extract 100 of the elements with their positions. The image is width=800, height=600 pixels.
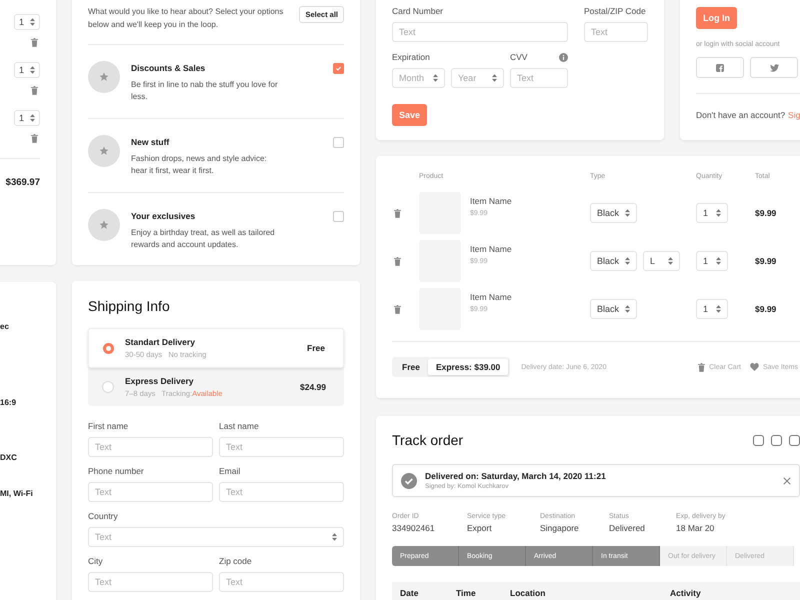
item-total: $9.99 (755, 304, 778, 314)
field-label: CVV (510, 52, 528, 62)
info-icon[interactable] (559, 52, 568, 62)
bird-icon (770, 64, 778, 72)
spec-value: MI, Wi-Fi (0, 489, 33, 498)
option-description: Be first in line to nab the stuff you love for less. (131, 79, 279, 103)
column-header: Date (400, 588, 420, 600)
card-title: Track order (392, 432, 464, 448)
field-label: Zip code (219, 556, 253, 566)
option-title: New stuff (131, 137, 170, 147)
option-description: Enjoy a birthday treat, as well as tailored rewards and account updates. (131, 227, 276, 251)
spec-value: ec (0, 322, 9, 331)
checkbox[interactable] (333, 211, 344, 222)
stepper-arrows-icon (30, 66, 35, 74)
trash-icon[interactable] (394, 256, 401, 266)
stepper-arrows-icon (716, 209, 721, 217)
variant-select[interactable]: Black (590, 251, 637, 271)
item-total: $9.99 (755, 256, 778, 266)
detail-value: 334902461 (392, 523, 436, 533)
item-name: Item Name (470, 196, 512, 206)
trash-icon (698, 362, 706, 372)
stepper-arrows-icon (433, 74, 438, 82)
input-field[interactable]: Text (219, 572, 344, 592)
variant-select[interactable]: L (643, 251, 680, 271)
trash-icon[interactable] (31, 134, 38, 143)
trash-icon[interactable] (31, 86, 38, 95)
input-field[interactable]: Text (88, 437, 213, 457)
stepper-arrows-icon (716, 305, 721, 313)
option-title: Discounts & Sales (131, 63, 206, 73)
shipping-option[interactable]: Free (394, 359, 428, 375)
field-label: Last name (219, 421, 260, 431)
social-button[interactable] (750, 57, 798, 78)
trash-icon[interactable] (31, 38, 38, 47)
star-badge-icon (88, 209, 120, 241)
option-description: Fashion drops, news and style advice: hear it first, wear it first. (131, 153, 268, 177)
check-circle-icon (401, 472, 417, 488)
delivery-price: Free (307, 343, 325, 353)
stepper-arrows-icon (668, 257, 673, 265)
delivery-name: Standart Delivery (125, 337, 196, 347)
f-square-icon (716, 64, 724, 72)
variant-select[interactable]: Black (590, 203, 637, 223)
input-field[interactable]: Text (88, 572, 213, 592)
star-badge-icon (88, 61, 120, 93)
column-header: Activity (670, 588, 702, 600)
input-field[interactable]: Text (584, 22, 648, 42)
item-total: $9.99 (755, 208, 778, 218)
input-field[interactable]: Text (219, 482, 344, 502)
quantity-select[interactable]: 1 (696, 251, 728, 271)
field-label: Phone number (88, 466, 145, 476)
field-label: Email (219, 466, 242, 476)
social-button[interactable] (696, 57, 744, 78)
variant-select[interactable]: Black (590, 299, 637, 319)
item-name: Item Name (470, 244, 512, 254)
stepper-arrows-icon (716, 257, 721, 265)
field-label: Postal/ZIP Code (584, 6, 646, 16)
radio-button[interactable] (103, 342, 114, 354)
field-label: Country (88, 511, 119, 521)
shipping-option[interactable]: Express: $39.00 (428, 359, 508, 375)
spec-value: 16:9 (0, 398, 16, 407)
delivery-price: $24.99 (300, 382, 326, 392)
stepper-arrows-icon (625, 257, 630, 265)
input-field[interactable]: Text (392, 22, 568, 42)
item-name: Item Name (470, 292, 512, 302)
field-label: First name (88, 421, 130, 431)
detail-value: 18 Mar 20 (676, 523, 716, 533)
quantity-select[interactable]: 1 (14, 62, 40, 78)
heart-icon (750, 363, 759, 371)
input-field[interactable]: Text (88, 482, 213, 502)
checkbox[interactable] (333, 63, 344, 74)
detail-value: Singapore (540, 523, 580, 533)
quantity-select[interactable]: 1 (696, 299, 728, 319)
star-badge-icon (88, 135, 120, 167)
close-icon[interactable] (783, 476, 791, 484)
input-field[interactable]: Text (510, 68, 568, 88)
field-label: Expiration (392, 52, 430, 62)
quantity-select[interactable]: 1 (14, 14, 40, 30)
stepper-arrows-icon (625, 305, 630, 313)
field-label: City (88, 556, 104, 566)
notice-title: Delivered on: Saturday, March 14, 2020 11:21 (425, 471, 607, 481)
field-label: Card Number (392, 6, 444, 16)
delivery-name: Express Delivery (125, 376, 195, 386)
stepper-arrows-icon (625, 209, 630, 217)
checkbox[interactable] (333, 137, 344, 148)
stepper-arrows-icon (30, 18, 35, 26)
spec-value: DXC (0, 453, 17, 462)
stepper-arrows-icon (332, 533, 337, 541)
card-title: Shipping Info (88, 298, 171, 314)
trash-icon[interactable] (394, 304, 401, 314)
quantity-select[interactable]: 1 (696, 203, 728, 223)
column-header: Location (510, 588, 546, 600)
intro-text: What would you like to hear about? Select your options below and we'll keep you in the loop. (88, 6, 284, 31)
detail-value: Export (467, 523, 493, 533)
total-price: $369.97 (6, 177, 40, 188)
detail-value: Delivered (609, 523, 646, 533)
signup-prompt: Don't have an account? (696, 110, 786, 120)
stepper-arrows-icon (30, 114, 35, 122)
input-field[interactable]: Text (219, 437, 344, 457)
check-icon (335, 65, 342, 72)
quantity-select[interactable]: 1 (14, 110, 40, 126)
trash-icon[interactable] (394, 208, 401, 218)
